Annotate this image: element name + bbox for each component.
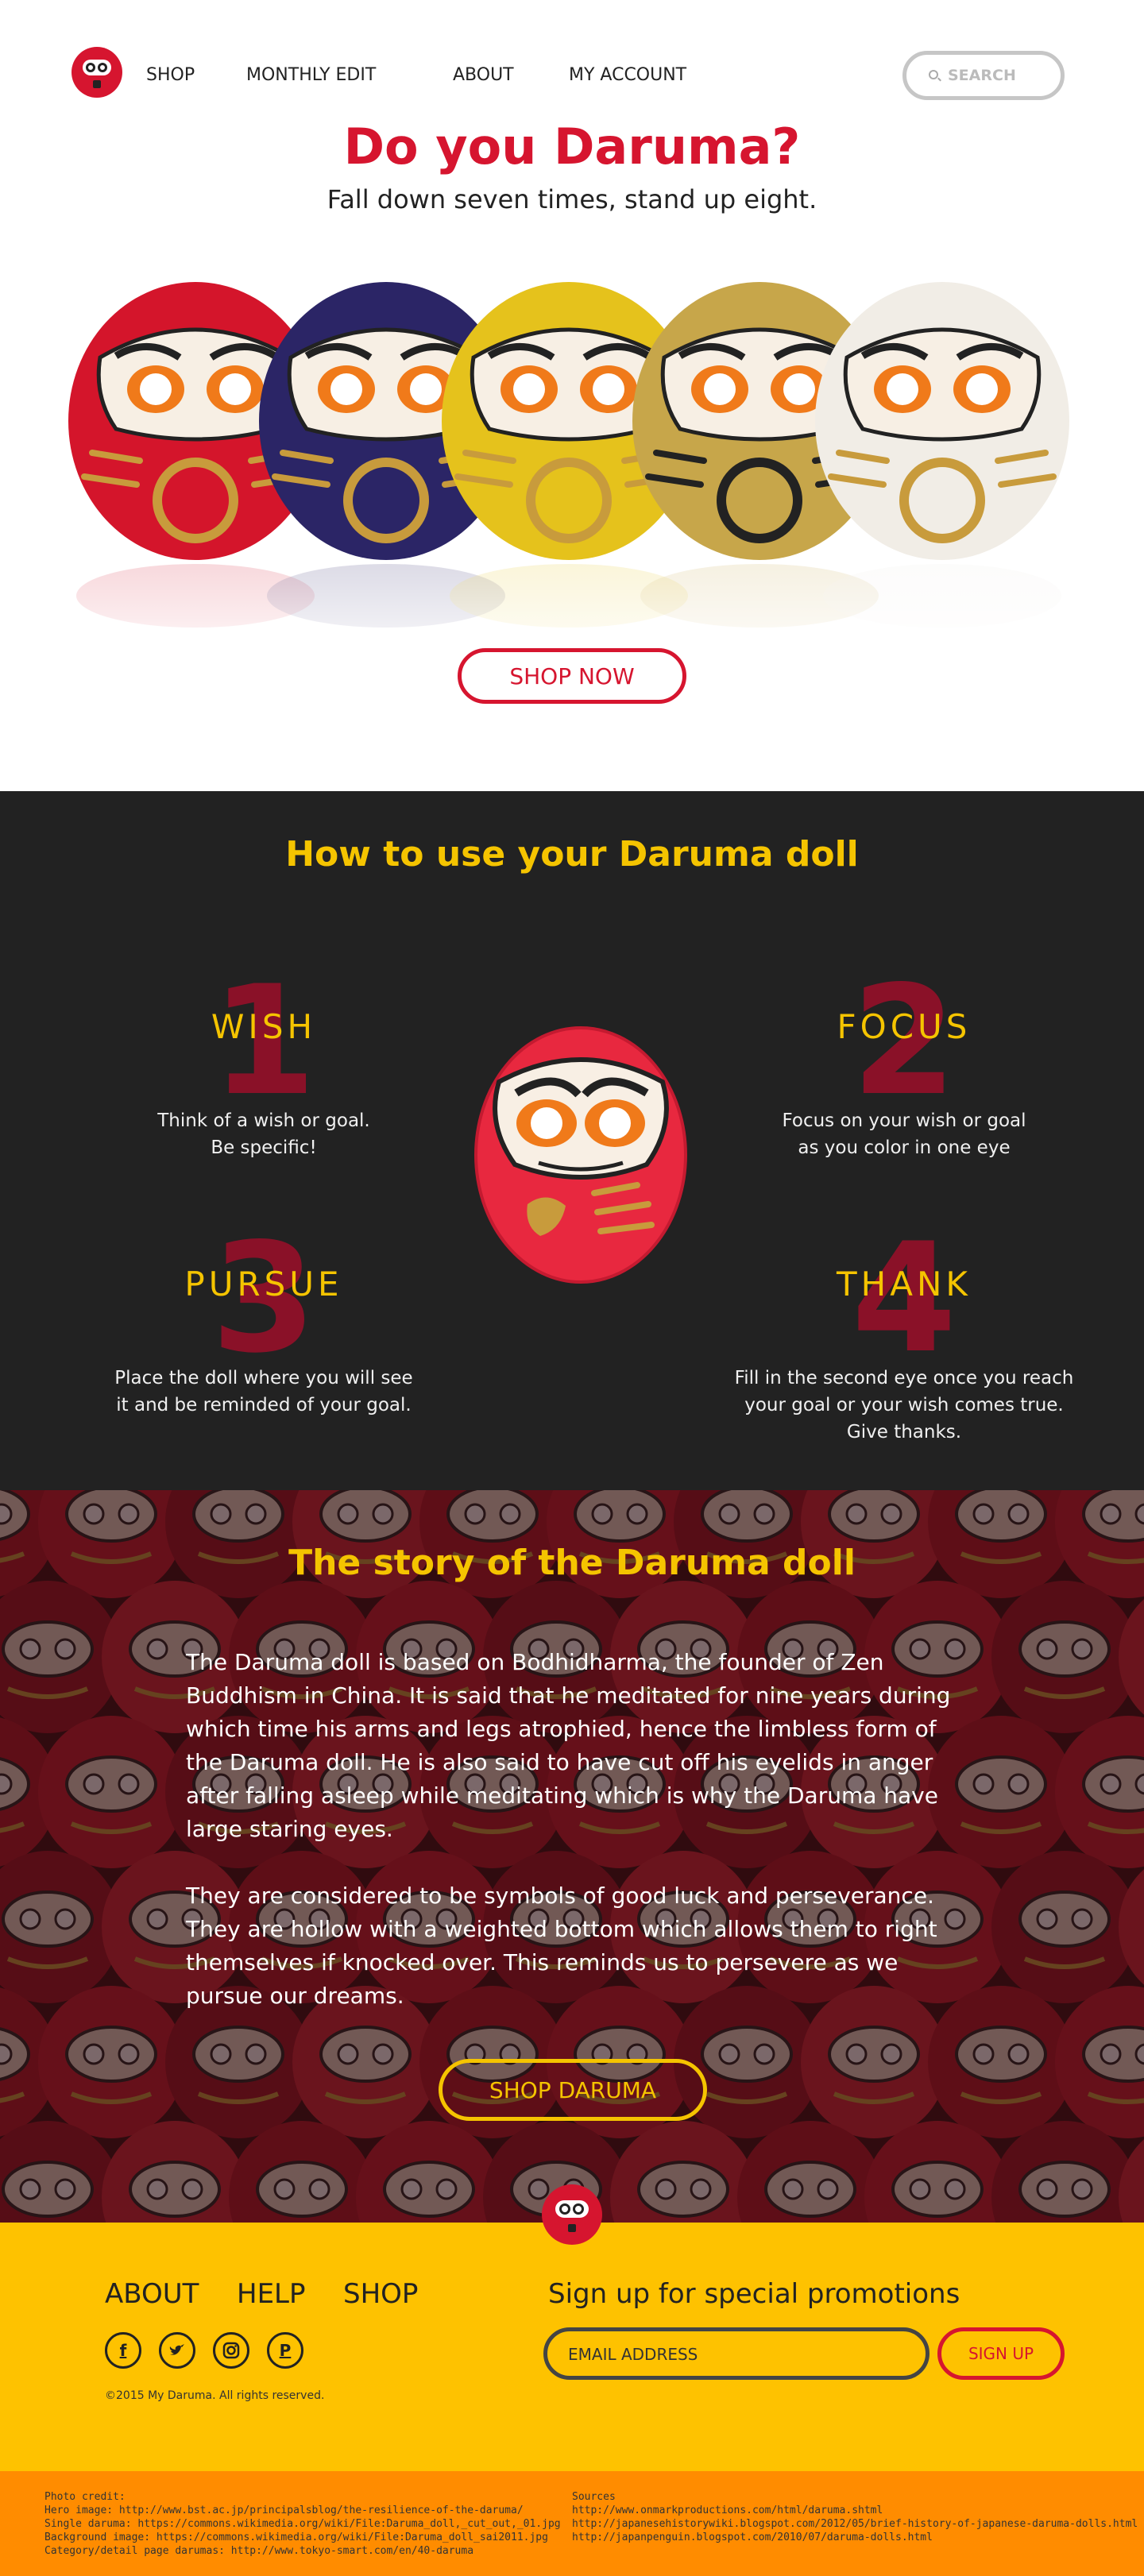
step-desc-line: your goal or your wish comes true. bbox=[744, 1395, 1064, 1415]
step-name: PURSUE bbox=[184, 1265, 343, 1303]
step-desc-line: Place the doll where you will see bbox=[114, 1368, 413, 1388]
story-title: The story of the Daruma doll bbox=[288, 1543, 856, 1583]
search-input[interactable] bbox=[948, 65, 1051, 86]
shop-now-button[interactable]: SHOP NOW bbox=[458, 648, 686, 704]
nav-shop[interactable]: SHOP bbox=[146, 65, 195, 85]
step-name: WISH bbox=[211, 1007, 317, 1046]
step-desc-line: as you color in one eye bbox=[798, 1137, 1011, 1158]
nav-about[interactable]: ABOUT bbox=[453, 65, 514, 85]
step-desc-line: Give thanks. bbox=[846, 1422, 962, 1442]
facebook-icon[interactable]: f bbox=[105, 2332, 141, 2369]
site-footer: ABOUT HELP SHOP f P ©2015 My Daruma. All… bbox=[0, 2223, 1144, 2471]
footer-link-help[interactable]: HELP bbox=[237, 2278, 306, 2310]
email-field[interactable] bbox=[568, 2344, 902, 2365]
logo-face bbox=[83, 60, 111, 75]
how-to-section: How to use your Daruma doll 1 WISH Think… bbox=[0, 791, 1144, 1490]
step-focus: 2 FOCUS Focus on your wish or goal as yo… bbox=[705, 966, 1103, 1172]
search-icon bbox=[929, 70, 938, 79]
photo-credits: Photo credit: Hero image: http://www.bst… bbox=[44, 2490, 561, 2558]
nav-my-account[interactable]: MY ACCOUNT bbox=[569, 65, 686, 85]
email-field-wrapper[interactable] bbox=[543, 2327, 930, 2380]
credit-line: Hero image: http://www.bst.ac.jp/princip… bbox=[44, 2505, 524, 2516]
step-desc-line: Fill in the second eye once you reach bbox=[734, 1368, 1074, 1388]
credit-line: Background image: https://commons.wikime… bbox=[44, 2532, 548, 2543]
hero-subtitle: Fall down seven times, stand up eight. bbox=[327, 184, 817, 214]
footer-link-shop[interactable]: SHOP bbox=[343, 2278, 418, 2310]
how-to-title: How to use your Daruma doll bbox=[285, 834, 859, 875]
source-line: http://www.onmarkproductions.com/html/da… bbox=[572, 2505, 883, 2516]
source-line: http://japanesehistorywiki.blogspot.com/… bbox=[572, 2518, 1138, 2530]
footer-daruma-logo[interactable] bbox=[542, 2184, 602, 2245]
site-header: SHOP MONTHLY EDIT ABOUT MY ACCOUNT bbox=[0, 0, 1144, 119]
story-section: The story of the Daruma doll The Daruma … bbox=[0, 1490, 1144, 2223]
search-box[interactable] bbox=[902, 51, 1065, 100]
sources: Sources http://www.onmarkproductions.com… bbox=[572, 2490, 1138, 2544]
source-line: Sources bbox=[572, 2491, 616, 2503]
credit-line: Single daruma: https://commons.wikimedia… bbox=[44, 2518, 561, 2530]
hero-daruma-image bbox=[60, 282, 1093, 675]
story-paragraph: The Daruma doll is based on Bodhidharma,… bbox=[186, 1649, 951, 1842]
daruma-logo[interactable] bbox=[72, 47, 122, 98]
single-daruma-image bbox=[474, 1026, 687, 1284]
step-thank: 4 THANK Fill in the second eye once you … bbox=[705, 1223, 1103, 1462]
step-wish: 1 WISH Think of a wish or goal. Be speci… bbox=[65, 966, 462, 1172]
step-pursue: 3 PURSUE Place the doll where you will s… bbox=[65, 1223, 462, 1462]
story-paragraph: They are considered to be symbols of goo… bbox=[186, 1883, 937, 2009]
credit-line: Photo credit: bbox=[44, 2491, 126, 2503]
source-line: http://japanpenguin.blogspot.com/2010/07… bbox=[572, 2532, 933, 2543]
footer-link-about[interactable]: ABOUT bbox=[105, 2278, 199, 2310]
nav-monthly-edit[interactable]: MONTHLY EDIT bbox=[246, 65, 376, 85]
instagram-icon[interactable] bbox=[213, 2332, 249, 2369]
pinterest-icon[interactable]: P bbox=[267, 2332, 303, 2369]
step-name: FOCUS bbox=[837, 1007, 972, 1046]
promo-title: Sign up for special promotions bbox=[548, 2278, 960, 2310]
hero-title: Do you Daruma? bbox=[343, 118, 801, 176]
step-desc-line: Think of a wish or goal. bbox=[157, 1110, 370, 1131]
twitter-icon[interactable] bbox=[159, 2332, 195, 2369]
copyright: ©2015 My Daruma. All rights reserved. bbox=[105, 2389, 325, 2402]
sign-up-button[interactable]: SIGN UP bbox=[937, 2327, 1065, 2380]
step-desc-line: Be specific! bbox=[211, 1137, 317, 1158]
step-desc-line: it and be reminded of your goal. bbox=[116, 1395, 412, 1415]
step-name: THANK bbox=[837, 1265, 972, 1303]
credit-line: Category/detail page darumas: http://www… bbox=[44, 2545, 474, 2557]
shop-daruma-button[interactable]: SHOP DARUMA bbox=[439, 2059, 707, 2121]
credits-bar: Photo credit: Hero image: http://www.bst… bbox=[0, 2471, 1144, 2576]
step-desc-line: Focus on your wish or goal bbox=[782, 1110, 1026, 1131]
